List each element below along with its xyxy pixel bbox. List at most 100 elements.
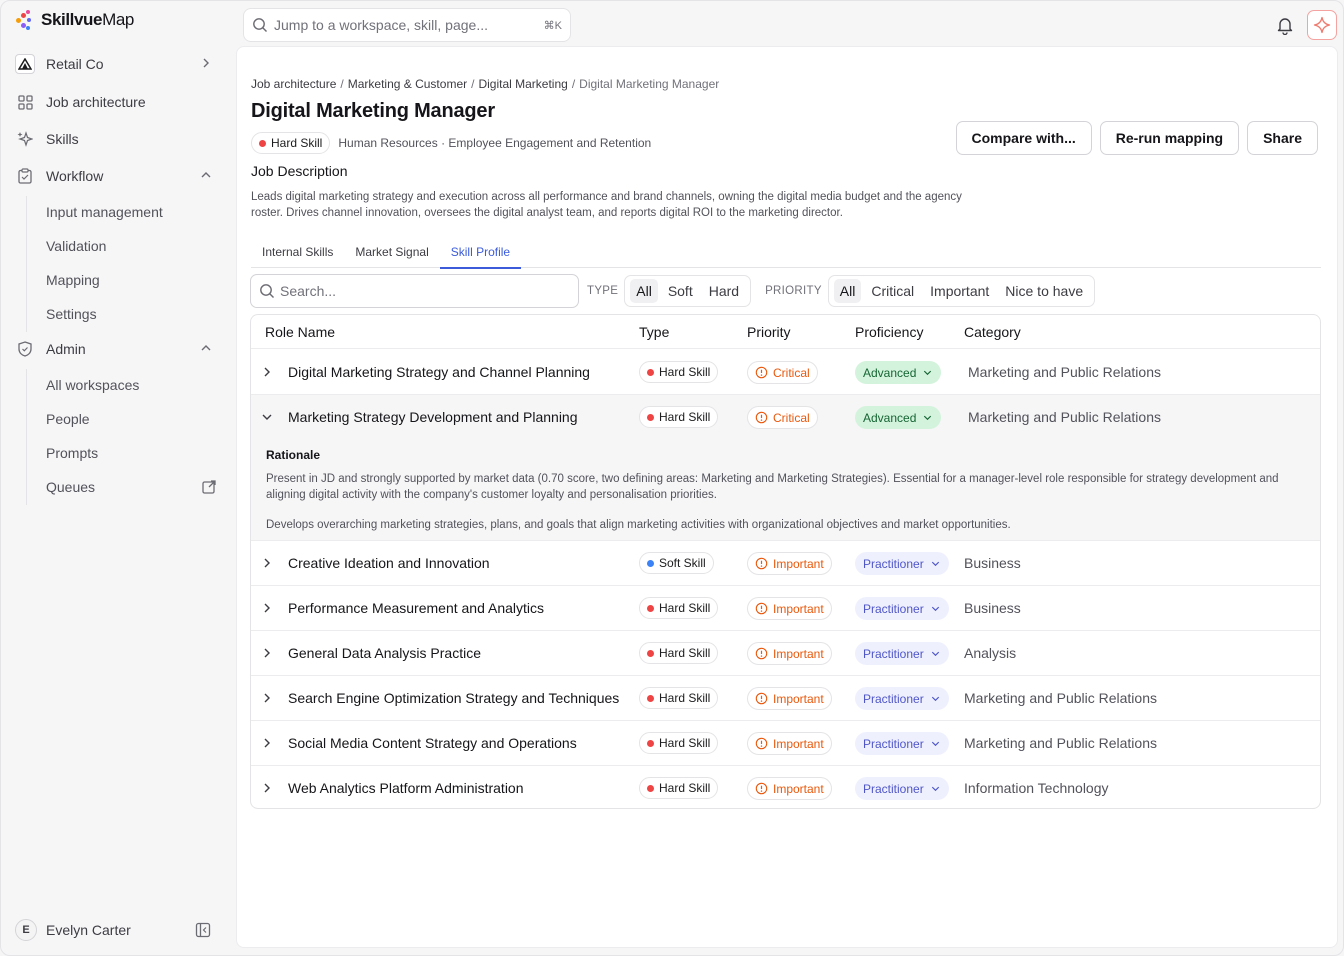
chevron-right-icon: [203, 58, 209, 68]
sidebar-item-mapping[interactable]: Mapping: [46, 266, 221, 294]
sidebar-item-input-management[interactable]: Input management: [46, 198, 221, 226]
sidebar-item-label: Workflow: [46, 168, 104, 184]
rationale-panel: Rationale Present in JD and strongly sup…: [251, 439, 1320, 541]
proficiency-dropdown[interactable]: Practitioner: [855, 597, 949, 620]
chevron-down-icon: [931, 786, 939, 792]
priority-badge: Important: [747, 552, 832, 575]
tab-internal-skills[interactable]: Internal Skills: [251, 235, 344, 268]
brand-logo[interactable]: SkillvueMap: [15, 9, 134, 31]
skill-search-input[interactable]: [280, 283, 570, 299]
collapse-sidebar-icon[interactable]: [195, 922, 211, 938]
table-row[interactable]: Search Engine Optimization Strategy and …: [251, 676, 1320, 721]
compare-button[interactable]: Compare with...: [955, 121, 1092, 155]
sidebar-item-all-workspaces[interactable]: All workspaces: [46, 371, 221, 399]
sidebar-item-workflow[interactable]: Workflow: [15, 161, 221, 191]
chevron-right-icon[interactable]: [260, 781, 274, 795]
skill-name: Web Analytics Platform Administration: [288, 780, 524, 796]
breadcrumb-item[interactable]: Job architecture: [251, 77, 336, 91]
status-dot: [647, 694, 654, 702]
priority-filter-all[interactable]: All: [833, 279, 862, 303]
sidebar-item-label: Skills: [46, 131, 79, 147]
rerun-mapping-button[interactable]: Re-run mapping: [1099, 121, 1240, 155]
table-row[interactable]: Web Analytics Platform Administration Har…: [251, 766, 1320, 808]
sidebar-item-people[interactable]: People: [46, 405, 221, 433]
column-header-type[interactable]: Type: [639, 324, 669, 340]
table-row[interactable]: Performance Measurement and Analytics Har…: [251, 586, 1320, 631]
type-filter: All Soft Hard: [624, 275, 752, 307]
global-search-input[interactable]: [274, 17, 544, 33]
chevron-down-icon: [931, 561, 939, 567]
priority-badge: Important: [747, 732, 832, 755]
skill-type-badge: Hard Skill: [639, 406, 719, 428]
skill-description-text: Develops overarching marketing strategie…: [266, 519, 1011, 531]
type-filter-all[interactable]: All: [630, 279, 658, 303]
chevron-up-icon[interactable]: [199, 168, 213, 182]
chevron-right-icon[interactable]: [260, 365, 274, 379]
chevron-right-icon[interactable]: [260, 736, 274, 750]
skill-type-badge: Soft Skill: [639, 552, 714, 574]
skill-type-badge: Hard Skill: [639, 597, 719, 619]
chevron-right-icon[interactable]: [260, 601, 274, 615]
tab-market-signal[interactable]: Market Signal: [344, 235, 439, 268]
workspace-switcher[interactable]: Retail Co: [15, 49, 221, 79]
table-row[interactable]: Digital Marketing Strategy and Channel P…: [251, 350, 1320, 395]
column-header-category[interactable]: Category: [964, 324, 1021, 340]
page-title: Digital Marketing Manager: [251, 100, 495, 122]
chevron-down-icon: [931, 696, 939, 702]
table-row[interactable]: Creative Ideation and Innovation Soft Ski…: [251, 541, 1320, 586]
submenu-divider: [26, 369, 27, 505]
bell-icon[interactable]: [1275, 15, 1295, 35]
column-header-proficiency[interactable]: Proficiency: [855, 324, 923, 340]
table-header: Role Name Type Priority Proficiency Cate…: [251, 315, 1320, 349]
proficiency-dropdown[interactable]: Practitioner: [855, 642, 949, 665]
ai-assistant-button[interactable]: [1307, 10, 1337, 40]
priority-filter-nice-to-have[interactable]: Nice to have: [999, 279, 1089, 303]
share-button[interactable]: Share: [1247, 121, 1318, 155]
user-profile[interactable]: E Evelyn Carter: [15, 918, 221, 942]
priority-filter-label: PRIORITY: [765, 285, 822, 297]
proficiency-dropdown[interactable]: Practitioner: [855, 732, 949, 755]
brand-mark-icon: [15, 10, 35, 30]
chevron-right-icon[interactable]: [260, 691, 274, 705]
sidebar-item-job-architecture[interactable]: Job architecture: [15, 87, 221, 117]
proficiency-dropdown[interactable]: Practitioner: [855, 552, 949, 575]
skills-table: Role Name Type Priority Proficiency Cate…: [250, 314, 1321, 809]
priority-filter-critical[interactable]: Critical: [865, 279, 920, 303]
sidebar-item-prompts[interactable]: Prompts: [46, 439, 221, 467]
skill-search[interactable]: [250, 274, 579, 308]
table-row[interactable]: Marketing Strategy Development and Plann…: [251, 395, 1320, 440]
chevron-up-icon[interactable]: [199, 341, 213, 355]
proficiency-dropdown[interactable]: Practitioner: [855, 687, 949, 710]
type-filter-soft[interactable]: Soft: [662, 279, 699, 303]
sidebar-item-validation[interactable]: Validation: [46, 232, 221, 260]
alert-circle-icon: [755, 647, 768, 660]
clipboard-icon: [15, 166, 35, 186]
sidebar-item-queues[interactable]: Queues: [46, 473, 221, 501]
column-header-priority[interactable]: Priority: [747, 324, 791, 340]
priority-filter-important[interactable]: Important: [924, 279, 995, 303]
skill-name: Digital Marketing Strategy and Channel P…: [288, 364, 590, 380]
grid-icon: [15, 92, 35, 112]
tab-skill-profile[interactable]: Skill Profile: [439, 235, 522, 269]
shield-check-icon: [15, 339, 35, 359]
type-filter-hard[interactable]: Hard: [703, 279, 745, 303]
sidebar-item-settings[interactable]: Settings: [46, 300, 221, 328]
global-search[interactable]: ⌘K: [243, 8, 571, 42]
breadcrumb-item[interactable]: Digital Marketing: [478, 77, 567, 91]
chevron-right-icon[interactable]: [260, 646, 274, 660]
skill-name: General Data Analysis Practice: [288, 645, 481, 661]
proficiency-dropdown[interactable]: Practitioner: [855, 777, 949, 800]
proficiency-dropdown[interactable]: Advanced: [855, 361, 942, 384]
skill-type-badge: Hard Skill: [251, 132, 331, 154]
sparkle-icon: [1313, 16, 1331, 34]
table-row[interactable]: General Data Analysis Practice Hard Skill…: [251, 631, 1320, 676]
chevron-right-icon[interactable]: [260, 556, 274, 570]
breadcrumb-item[interactable]: Marketing & Customer: [348, 77, 467, 91]
search-icon: [260, 284, 274, 298]
sidebar-item-admin[interactable]: Admin: [15, 334, 221, 364]
column-header-role-name[interactable]: Role Name: [265, 324, 335, 340]
sidebar-item-skills[interactable]: Skills: [15, 124, 221, 154]
chevron-down-icon[interactable]: [260, 410, 274, 424]
proficiency-dropdown[interactable]: Advanced: [855, 406, 942, 429]
table-row[interactable]: Social Media Content Strategy and Operat…: [251, 721, 1320, 766]
